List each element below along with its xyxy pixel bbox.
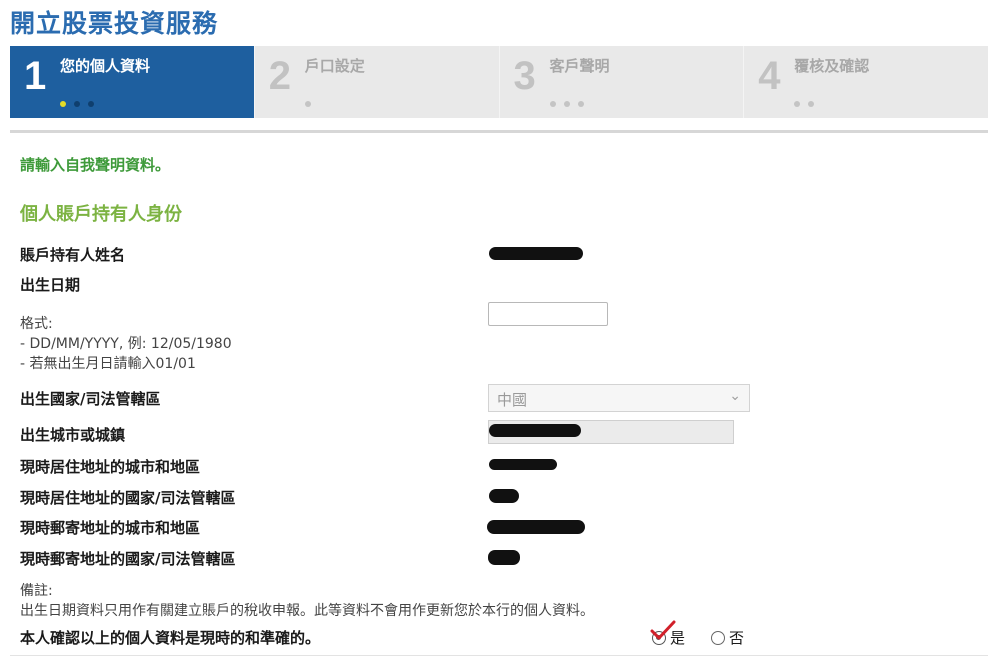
step-dot	[808, 101, 815, 107]
redacted-birth-city	[489, 424, 581, 437]
dob-input[interactable]	[488, 302, 608, 326]
dob-label: 出生日期	[20, 276, 81, 294]
step-label: 戶口設定	[304, 57, 365, 75]
progress-steps: 1 您的個人資料 2 戶口設定 3 客戶聲明 4 覆核及確認	[10, 46, 988, 118]
holder-name-label: 賬戶持有人姓名	[20, 246, 126, 264]
redacted-mail-city	[487, 520, 585, 534]
step-dot	[74, 101, 80, 107]
note-title: 備註:	[20, 583, 53, 599]
step-dot	[60, 101, 66, 107]
birth-country-value: 中國	[497, 391, 528, 409]
bottom-divider	[10, 655, 988, 656]
section-title: 個人賬戶持有人身份	[20, 204, 182, 225]
birth-country-label: 出生國家/司法管轄區	[20, 390, 161, 408]
step-dots	[549, 101, 584, 107]
step-number: 2	[268, 54, 291, 98]
redacted-holder-name	[489, 247, 583, 260]
confirm-label: 本人確認以上的個人資料是現時的和準確的。	[20, 629, 321, 647]
step-dot	[577, 101, 584, 107]
birth-city-label: 出生城市或城鎮	[20, 426, 126, 444]
dob-format-title: 格式:	[20, 316, 53, 332]
step-label: 您的個人資料	[60, 57, 151, 75]
redacted-res-city	[489, 459, 557, 470]
step-2[interactable]: 2 戶口設定	[253, 46, 499, 118]
confirm-no-label: 否	[729, 629, 745, 647]
step-label: 覆核及確認	[794, 57, 870, 75]
step-dots	[60, 101, 94, 107]
page-title: 開立股票投資服務	[10, 9, 219, 38]
chevron-down-icon: ⌄	[729, 388, 741, 404]
birth-country-select[interactable]: 中國 ⌄	[488, 384, 750, 412]
step-dot	[88, 101, 94, 107]
intro-text: 請輸入自我聲明資料。	[20, 156, 171, 174]
step-3[interactable]: 3 客戶聲明	[498, 46, 744, 118]
step-4[interactable]: 4 覆核及確認	[743, 46, 988, 118]
step-dot	[549, 101, 556, 107]
step-number: 4	[758, 54, 781, 98]
redacted-mail-country	[488, 550, 520, 565]
step-dots	[304, 101, 311, 107]
dob-format-note: - 若無出生月日請輸入01/01	[20, 356, 196, 372]
res-country-label: 現時居住地址的國家/司法管轄區	[20, 489, 236, 507]
step-number: 3	[513, 54, 536, 98]
redacted-res-country	[489, 489, 519, 503]
dob-format-example: - DD/MM/YYYY, 例: 12/05/1980	[20, 336, 232, 352]
note-body: 出生日期資料只用作有關建立賬戶的稅收申報。此等資料不會用作更新您於本行的個人資料…	[20, 603, 594, 619]
confirm-no-radio[interactable]	[711, 630, 725, 645]
step-label: 客戶聲明	[549, 57, 610, 75]
step-number: 1	[24, 54, 47, 98]
step-dots	[794, 101, 815, 107]
mail-country-label: 現時郵寄地址的國家/司法管轄區	[20, 550, 236, 568]
step-dot	[794, 101, 801, 107]
res-city-label: 現時居住地址的城市和地區	[20, 458, 201, 476]
divider	[10, 130, 988, 133]
confirm-no-option[interactable]: 否	[711, 627, 744, 648]
step-1[interactable]: 1 您的個人資料	[10, 46, 254, 118]
red-checkmark-icon	[650, 620, 676, 640]
step-dot	[563, 101, 570, 107]
mail-city-label: 現時郵寄地址的城市和地區	[20, 519, 201, 537]
step-dot	[304, 101, 311, 107]
